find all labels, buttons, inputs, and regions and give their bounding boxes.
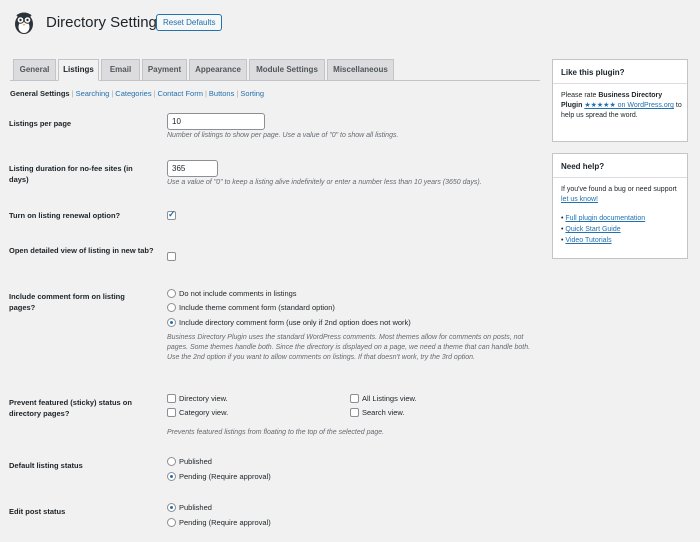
need-help-box: Need help? If you've found a bug or need… — [552, 153, 688, 259]
featured-category-view-label: Category view. — [179, 408, 229, 417]
subsection-nav: General Settings | Searching | Categories | Co… — [10, 89, 265, 98]
renewal-label: Turn on listing renewal option? — [9, 211, 121, 220]
edit-status-label: Edit post status — [9, 507, 66, 516]
tab-module-settings[interactable]: Module Settings — [249, 59, 325, 81]
full-documentation-link[interactable]: Full plugin documentation — [565, 215, 645, 222]
help-link-item: • Quick Start Guide — [561, 226, 621, 233]
tab-general[interactable]: General — [13, 59, 56, 81]
comment-form-desc: Business Directory Plugin uses the stand… — [167, 334, 531, 361]
rate-stars-link[interactable]: ★★★★★ on WordPress.org — [584, 102, 674, 109]
listing-duration-desc: Use a value of "0" to keep a listing ali… — [167, 179, 482, 186]
comment-option-theme-radio[interactable] — [167, 303, 176, 312]
tab-listings[interactable]: Listings — [58, 59, 99, 81]
subnav-categories[interactable]: Categories — [115, 89, 151, 98]
need-help-text: If you've found a bug or need support le… — [561, 186, 677, 203]
featured-directory-view-label: Directory view. — [179, 394, 228, 403]
featured-all-listings-checkbox[interactable] — [350, 394, 359, 403]
need-help-title: Need help? — [561, 162, 605, 171]
tab-miscellaneous[interactable]: Miscellaneous — [327, 59, 394, 81]
subnav-general-settings[interactable]: General Settings — [10, 89, 70, 98]
listing-duration-input[interactable]: 365 — [167, 160, 218, 177]
featured-all-listings-label: All Listings view. — [362, 394, 417, 403]
featured-category-view-checkbox[interactable] — [167, 408, 176, 417]
listing-duration-label: Listing duration for no-fee sites (in da… — [9, 164, 133, 184]
reset-defaults-button[interactable]: Reset Defaults — [156, 14, 223, 31]
subnav-buttons[interactable]: Buttons — [209, 89, 234, 98]
listings-per-page-label: Listings per page — [9, 119, 72, 128]
tab-payment[interactable]: Payment — [142, 59, 187, 81]
default-status-pending-radio[interactable] — [167, 472, 176, 481]
featured-search-view-label: Search view. — [362, 408, 405, 417]
help-link-item: • Full plugin documentation — [561, 215, 646, 222]
edit-status-pending-label: Pending (Require approval) — [179, 518, 271, 527]
default-status-published-radio[interactable] — [167, 457, 176, 466]
plugin-logo-icon — [11, 10, 37, 36]
help-link-item: • Video Tutorials — [561, 237, 612, 244]
edit-status-published-radio[interactable] — [167, 503, 176, 512]
rate-plugin-text: Please rate Business Directory Plugin ★★… — [561, 92, 682, 119]
renewal-checkbox[interactable] — [167, 209, 176, 220]
edit-status-pending-radio[interactable] — [167, 518, 176, 527]
default-status-published-label: Published — [179, 457, 212, 466]
featured-search-view-checkbox[interactable] — [350, 408, 359, 417]
comment-option-directory-radio[interactable] — [167, 318, 176, 327]
rate-plugin-title: Like this plugin? — [561, 68, 625, 77]
settings-tabs: General Listings Email Payment Appearanc… — [10, 59, 540, 81]
subnav-contact-form[interactable]: Contact Form — [158, 89, 203, 98]
listings-per-page-input[interactable]: 10 — [167, 113, 265, 130]
rate-plugin-divider — [553, 83, 687, 84]
featured-label: Prevent featured (sticky) status on dire… — [9, 398, 132, 418]
default-status-pending-label: Pending (Require approval) — [179, 472, 271, 481]
subnav-sorting[interactable]: Sorting — [240, 89, 264, 98]
let-us-know-link[interactable]: let us know! — [561, 196, 598, 203]
comment-option-theme-label: Include theme comment form (standard opt… — [179, 303, 335, 312]
page-title: Directory Settings — [46, 14, 165, 31]
subnav-searching[interactable]: Searching — [76, 89, 110, 98]
video-tutorials-link[interactable]: Video Tutorials — [565, 237, 611, 244]
featured-directory-view-checkbox[interactable] — [167, 394, 176, 403]
listings-per-page-desc: Number of listings to show per page. Use… — [167, 132, 399, 139]
detailed-view-label: Open detailed view of listing in new tab… — [9, 246, 154, 255]
tab-appearance[interactable]: Appearance — [189, 59, 247, 81]
comment-form-label: Include comment form on listing pages? — [9, 292, 125, 312]
featured-desc: Prevents featured listings from floating… — [167, 429, 385, 436]
comment-option-directory-label: Include directory comment form (use only… — [179, 318, 411, 327]
quick-start-guide-link[interactable]: Quick Start Guide — [565, 226, 620, 233]
comment-option-none-label: Do not include comments in listings — [179, 289, 297, 298]
edit-status-published-label: Published — [179, 503, 212, 512]
detailed-view-checkbox[interactable] — [167, 252, 176, 261]
need-help-divider — [553, 177, 687, 178]
comment-option-none-radio[interactable] — [167, 289, 176, 298]
rate-plugin-box: Like this plugin? Please rate Business D… — [552, 59, 688, 142]
tab-email[interactable]: Email — [101, 59, 140, 81]
default-status-label: Default listing status — [9, 461, 83, 470]
